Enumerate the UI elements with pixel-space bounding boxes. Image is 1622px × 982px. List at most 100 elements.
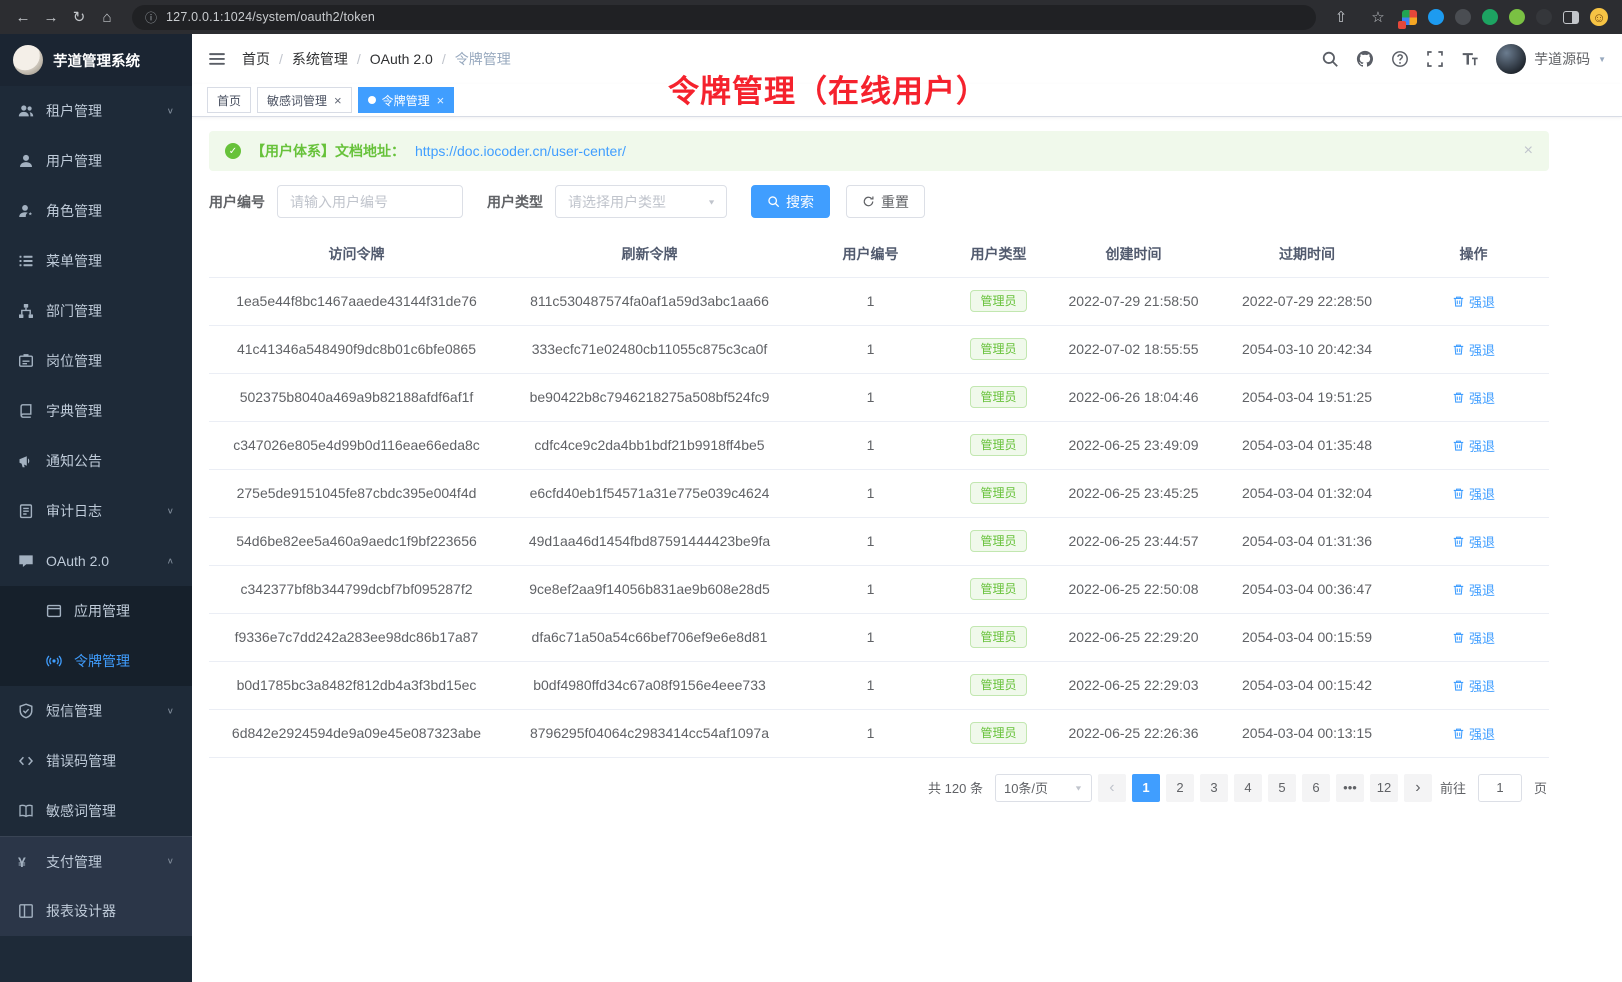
tab-1[interactable]: 敏感词管理 × <box>257 87 352 113</box>
home-button[interactable]: ⌂ <box>94 4 120 30</box>
sidebar-item-dept[interactable]: 部门管理 <box>0 286 192 336</box>
profile-avatar-icon[interactable]: ☺ <box>1590 8 1608 26</box>
force-logout-button[interactable]: 强退 <box>1452 724 1495 743</box>
reset-button[interactable]: 重置 <box>846 185 925 218</box>
table-header-row: 访问令牌刷新令牌用户编号用户类型创建时间过期时间操作 <box>209 232 1549 277</box>
prev-page-button[interactable]: ‹ <box>1098 774 1126 802</box>
help-icon[interactable] <box>1391 50 1409 68</box>
next-page-button[interactable]: › <box>1404 774 1432 802</box>
app-logo-row[interactable]: 芋道管理系统 <box>0 34 192 86</box>
force-logout-label: 强退 <box>1469 292 1495 311</box>
breadcrumb-item-0[interactable]: 首页 <box>242 49 270 69</box>
search-icon[interactable] <box>1321 50 1339 68</box>
page-button-12[interactable]: 12 <box>1370 774 1398 802</box>
page-button-6[interactable]: 6 <box>1302 774 1330 802</box>
force-logout-button[interactable]: 强退 <box>1452 580 1495 599</box>
force-logout-button[interactable]: 强退 <box>1452 628 1495 647</box>
extension-puzzle-icon[interactable] <box>1509 9 1525 25</box>
close-icon[interactable]: × <box>334 94 342 107</box>
tab-label: 敏感词管理 <box>267 92 327 109</box>
force-logout-button[interactable]: 强退 <box>1452 340 1495 359</box>
sidebar-item-sensitive[interactable]: 敏感词管理 <box>0 786 192 836</box>
sidebar-item-oauth-token[interactable]: 令牌管理 <box>0 636 192 686</box>
sidebar-item-label: 角色管理 <box>46 201 102 221</box>
hamburger-icon[interactable] <box>208 50 226 68</box>
font-size-icon[interactable] <box>1461 50 1479 68</box>
extension-paw-icon[interactable] <box>1536 9 1552 25</box>
more-pages-button[interactable]: ••• <box>1336 774 1364 802</box>
force-logout-button[interactable]: 强退 <box>1452 484 1495 503</box>
force-logout-button[interactable]: 强退 <box>1452 676 1495 695</box>
force-logout-button[interactable]: 强退 <box>1452 292 1495 311</box>
cell-user-id: 1 <box>795 565 946 613</box>
sidebar-item-report[interactable]: 报表设计器 <box>0 886 192 936</box>
sidebar-toggle-icon[interactable] <box>1563 11 1579 24</box>
sidebar-item-post[interactable]: 岗位管理 <box>0 336 192 386</box>
page-button-5[interactable]: 5 <box>1268 774 1296 802</box>
github-icon[interactable] <box>1356 50 1374 68</box>
code-icon <box>18 753 34 769</box>
tab-2[interactable]: 令牌管理× <box>358 87 455 113</box>
info-icon[interactable]: ⓘ <box>145 9 157 26</box>
sidebar-item-sms[interactable]: 短信管理∨ <box>0 686 192 736</box>
force-logout-button[interactable]: 强退 <box>1452 436 1495 455</box>
reload-button[interactable]: ↻ <box>66 4 92 30</box>
close-icon[interactable]: × <box>437 94 445 107</box>
extension-green-icon[interactable] <box>1482 9 1498 25</box>
alert-link[interactable]: https://doc.iocoder.cn/user-center/ <box>415 143 626 159</box>
chevron-down-icon: ▼ <box>1598 55 1606 64</box>
address-bar[interactable]: ⓘ 127.0.0.1:1024/system/oauth2/token <box>132 5 1316 30</box>
close-icon[interactable]: × <box>1524 142 1533 160</box>
force-logout-label: 强退 <box>1469 388 1495 407</box>
app-logo <box>13 45 43 75</box>
user-menu[interactable]: 芋道源码 ▼ <box>1496 44 1606 74</box>
cell-access-token: 6d842e2924594de9a09e45e087323abe <box>209 709 504 757</box>
extension-blue-icon[interactable] <box>1428 9 1444 25</box>
extension-globe-icon[interactable] <box>1455 9 1471 25</box>
goto-page-input[interactable] <box>1478 774 1522 802</box>
breadcrumb-item-1[interactable]: 系统管理 <box>292 49 348 69</box>
chevron-down-icon: ∨ <box>167 506 174 515</box>
back-button[interactable]: ← <box>10 4 36 30</box>
sidebar-item-oauth-app[interactable]: 应用管理 <box>0 586 192 636</box>
sidebar-item-menu[interactable]: 菜单管理 <box>0 236 192 286</box>
breadcrumb-separator: / <box>442 51 446 67</box>
force-logout-button[interactable]: 强退 <box>1452 388 1495 407</box>
sidebar-item-notice[interactable]: 通知公告 <box>0 436 192 486</box>
comment-icon <box>18 553 34 569</box>
sidebar-item-role[interactable]: 角色管理 <box>0 186 192 236</box>
user-id-input[interactable] <box>277 185 463 218</box>
extension-grid-icon[interactable] <box>1402 10 1417 25</box>
token-table: 访问令牌刷新令牌用户编号用户类型创建时间过期时间操作 1ea5e44f8bc14… <box>209 232 1549 758</box>
cell-user-id: 1 <box>795 325 946 373</box>
sidebar-item-errcode[interactable]: 错误码管理 <box>0 736 192 786</box>
sidebar-item-label: 用户管理 <box>46 151 102 171</box>
forward-button[interactable]: → <box>38 4 64 30</box>
users-icon <box>18 103 34 119</box>
breadcrumb-item-2[interactable]: OAuth 2.0 <box>370 51 433 67</box>
sidebar-item-pay[interactable]: ¥支付管理∨ <box>0 836 192 886</box>
share-icon[interactable]: ⇧ <box>1328 4 1354 30</box>
page-button-3[interactable]: 3 <box>1200 774 1228 802</box>
column-header: 创建时间 <box>1051 232 1216 277</box>
page-button-4[interactable]: 4 <box>1234 774 1262 802</box>
sidebar-item-dict[interactable]: 字典管理 <box>0 386 192 436</box>
sidebar-item-label: 短信管理 <box>46 701 102 721</box>
sidebar-item-audit[interactable]: 审计日志∨ <box>0 486 192 536</box>
force-logout-label: 强退 <box>1469 676 1495 695</box>
bookmark-star-icon[interactable]: ☆ <box>1365 4 1391 30</box>
cell-user-id: 1 <box>795 661 946 709</box>
page-size-select[interactable]: 10条/页▼ <box>995 774 1092 802</box>
sidebar-item-oauth[interactable]: OAuth 2.0∧ <box>0 536 192 586</box>
user-type-select[interactable]: 请选择用户类型 ▼ <box>555 185 727 218</box>
tab-0[interactable]: 首页 <box>207 87 251 113</box>
sidebar-item-user[interactable]: 用户管理 <box>0 136 192 186</box>
megaphone-icon <box>18 453 34 469</box>
table-row: c347026e805e4d99b0d116eae66eda8ccdfc4ce9… <box>209 421 1549 469</box>
fullscreen-icon[interactable] <box>1426 50 1444 68</box>
page-button-2[interactable]: 2 <box>1166 774 1194 802</box>
sidebar-item-tenant[interactable]: 租户管理∨ <box>0 86 192 136</box>
page-button-1[interactable]: 1 <box>1132 774 1160 802</box>
search-button[interactable]: 搜索 <box>751 185 830 218</box>
force-logout-button[interactable]: 强退 <box>1452 532 1495 551</box>
